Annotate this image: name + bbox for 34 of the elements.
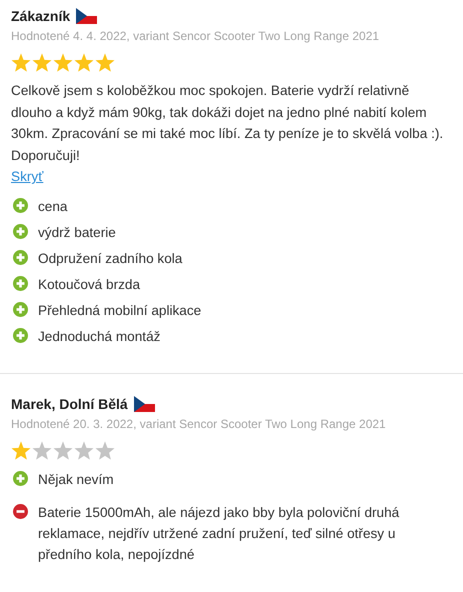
star-icon — [32, 441, 52, 460]
con-text: Baterie 15000mAh, ale nájezd jako bby byla poloviční druhá reklamace, nejdřív utržené zadní pružení, teď silné otřesy u předního kola, nepojízdné — [38, 504, 400, 564]
star-icon — [95, 53, 115, 72]
reviewer-name: Zákazník — [11, 8, 70, 24]
pro-text: Nějak nevím — [38, 471, 114, 489]
plus-icon — [13, 198, 28, 213]
plus-icon — [13, 302, 28, 317]
star-icon — [53, 441, 73, 460]
czech-flag-icon — [134, 396, 155, 412]
hide-link[interactable]: Skryť — [11, 166, 44, 187]
star-icon — [74, 53, 94, 72]
star-icon — [11, 441, 31, 460]
reviewer-name: Marek, Dolní Bělá — [11, 396, 128, 412]
review-date: Hodnotené 4. 4. 2022, variant Sencor Scooter Two Long Range 2021 — [11, 29, 380, 43]
star-icon — [32, 53, 52, 72]
review-text: Celkově jsem s koloběžkou moc spokojen. Baterie vydrží relativně dlouho a když mám 90kg, tak dokáži dojet na jedno plné nabití kolem 30km. Zpracování se mi také moc líbí. Za ty peníze je to skvělá volba :). Doporučuji! — [11, 82, 444, 165]
star-icon — [74, 441, 94, 460]
pro-text: Kotoučová brzda — [38, 276, 140, 294]
pro-text: Odpružení zadního kola — [38, 250, 182, 268]
czech-flag-icon — [76, 8, 98, 24]
plus-icon — [13, 224, 28, 239]
plus-icon — [13, 250, 28, 265]
plus-icon — [13, 276, 28, 291]
star-icon — [95, 441, 115, 460]
pro-text: cena — [38, 198, 68, 216]
minus-icon — [13, 504, 28, 519]
pro-text: Jednoduchá montáž — [38, 328, 160, 346]
pro-text: výdrž baterie — [38, 224, 116, 242]
pro-text: Přehledná mobilní aplikace — [38, 302, 202, 320]
star-icon — [11, 53, 31, 72]
review-date: Hodnotené 20. 3. 2022, variant Sencor Scooter Two Long Range 2021 — [11, 417, 387, 431]
plus-icon — [13, 471, 28, 486]
plus-icon — [13, 328, 28, 343]
star-icon — [53, 53, 73, 72]
